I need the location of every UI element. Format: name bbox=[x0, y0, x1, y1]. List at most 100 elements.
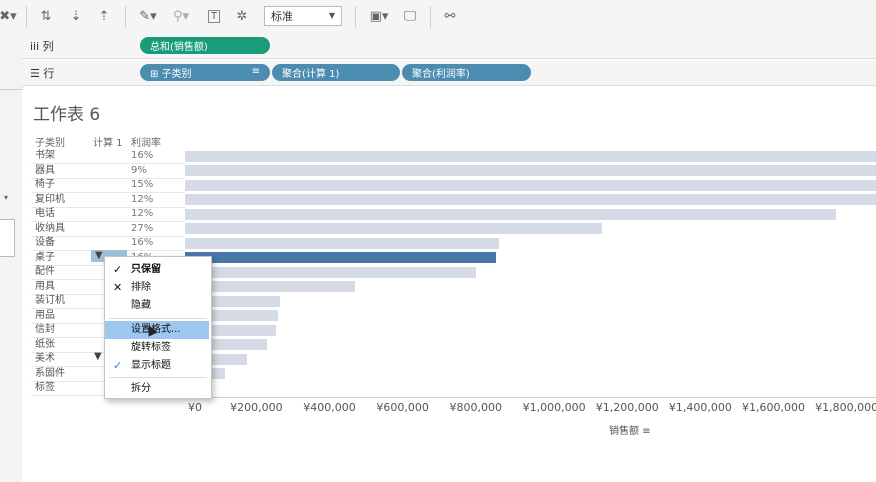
x-tick-label: ¥600,000 bbox=[376, 401, 429, 414]
check-icon: ✓ bbox=[113, 263, 123, 276]
data-pane: ▾ bbox=[0, 33, 23, 482]
clear-sheet-icon[interactable]: ✖▾ bbox=[0, 6, 18, 26]
x-tick-label: ¥800,000 bbox=[449, 401, 502, 414]
menu-item-format[interactable]: 设置格式... bbox=[105, 321, 209, 339]
header-calc-1[interactable]: 计算 1 bbox=[93, 134, 123, 149]
row-marker-triangle: ▼ bbox=[94, 351, 102, 362]
show-cards-icon[interactable]: ▣▾ bbox=[364, 6, 394, 26]
toolbar-separator bbox=[355, 6, 356, 28]
row-profit-margin: 16% bbox=[131, 237, 154, 248]
toolbar-separator bbox=[430, 6, 431, 28]
pane-divider bbox=[0, 89, 22, 90]
x-axis-title[interactable]: 销售额 ≡ bbox=[609, 422, 651, 437]
row-header-subcategory[interactable]: 用品 bbox=[35, 309, 105, 323]
share-icon[interactable]: ⚯ bbox=[440, 6, 460, 26]
menu-item-rotate-label[interactable]: 旋转标签 bbox=[105, 339, 209, 357]
bar-mark[interactable] bbox=[185, 194, 876, 205]
x-axis-title-text: 销售额 bbox=[609, 426, 639, 437]
pill-profit-margin[interactable]: 聚合(利润率) bbox=[402, 64, 531, 81]
rows-shelf-label: ☰ 行 bbox=[30, 67, 55, 80]
x-tick-label: ¥400,000 bbox=[303, 401, 356, 414]
row-profit-margin: 16% bbox=[131, 150, 154, 161]
x-tick-label: ¥1,800,000 bbox=[815, 401, 876, 414]
bar-mark[interactable] bbox=[185, 252, 496, 263]
row-header-subcategory[interactable]: 椅子 bbox=[35, 178, 105, 192]
x-tick-label: ¥0 bbox=[188, 401, 202, 414]
row-profit-margin: 15% bbox=[131, 179, 154, 190]
menu-item-show-header[interactable]: ✓ 显示标题 bbox=[105, 357, 209, 375]
row-header-subcategory[interactable]: 复印机 bbox=[35, 193, 105, 207]
x-tick-label: ¥1,200,000 bbox=[595, 401, 659, 414]
pill-calc-1[interactable]: 聚合(计算 1) bbox=[272, 64, 400, 81]
fit-dropdown[interactable]: 标准 ▼ bbox=[264, 6, 342, 26]
menu-item-label: 显示标题 bbox=[131, 360, 171, 371]
x-tick-label: ¥1,000,000 bbox=[522, 401, 586, 414]
toolbar: ✖▾ ⇅ ⇣ ⇡ ✎▾ ⚲▾ T ✲ 标准 ▼ ▣▾ 🖵 ⚯ bbox=[0, 0, 876, 34]
row-header-subcategory[interactable]: 用具 bbox=[35, 280, 105, 294]
row-header-subcategory[interactable]: 系固件 bbox=[35, 367, 105, 381]
bar-mark[interactable] bbox=[185, 223, 602, 234]
pill-sum-sales[interactable]: 总和(销售额) bbox=[140, 37, 270, 54]
row-header-subcategory[interactable]: 装订机 bbox=[35, 294, 105, 308]
header-subcategory[interactable]: 子类别 bbox=[35, 134, 65, 149]
sort-ascending-icon[interactable]: ⇣ bbox=[66, 6, 86, 26]
highlight-pen-icon[interactable]: ✎▾ bbox=[135, 6, 161, 26]
row-profit-margin: 12% bbox=[131, 208, 154, 219]
fit-dropdown-value: 标准 bbox=[271, 10, 293, 23]
sheet-title: 工作表 6 bbox=[33, 105, 101, 125]
x-axis-line bbox=[185, 397, 876, 398]
row-profit-margin: 9% bbox=[131, 164, 147, 176]
menu-item-split[interactable]: 拆分 bbox=[105, 380, 209, 398]
row-header-subcategory[interactable]: 配件 bbox=[35, 265, 105, 279]
menu-item-label: 旋转标签 bbox=[131, 342, 171, 353]
bar-mark[interactable] bbox=[185, 266, 476, 278]
check-icon: ✓ bbox=[113, 359, 123, 372]
row-header-subcategory[interactable]: 书架 bbox=[35, 149, 105, 163]
presentation-icon[interactable]: 🖵 bbox=[400, 6, 420, 26]
menu-item-label: 隐藏 bbox=[131, 300, 151, 311]
bar-mark[interactable] bbox=[185, 179, 876, 191]
menu-item-label: 只保留 bbox=[131, 264, 161, 275]
row-header-subcategory[interactable]: 纸张 bbox=[35, 338, 105, 352]
row-header-subcategory[interactable]: 设备 bbox=[35, 236, 105, 250]
menu-item-label: 拆分 bbox=[131, 383, 151, 394]
row-header-subcategory[interactable]: 信封 bbox=[35, 323, 105, 337]
pill-subcategory[interactable]: ⊞ 子类别 ≡ bbox=[140, 64, 270, 81]
columns-shelf: iii 列 总和(销售额) bbox=[22, 33, 876, 59]
pane-dropdown-icon[interactable]: ▾ bbox=[4, 193, 8, 202]
bar-mark[interactable] bbox=[185, 165, 876, 176]
sort-descending-icon[interactable]: ⇡ bbox=[94, 6, 114, 26]
sort-icon: ≡ bbox=[642, 426, 651, 437]
pane-box bbox=[0, 219, 15, 257]
menu-item-label: 排除 bbox=[131, 282, 151, 293]
x-tick-label: ¥200,000 bbox=[230, 401, 283, 414]
row-profit-margin: 27% bbox=[131, 222, 154, 234]
pin-icon[interactable]: ✲ bbox=[232, 6, 252, 26]
close-icon: ✕ bbox=[113, 281, 123, 294]
row-header-subcategory[interactable]: 电话 bbox=[35, 207, 105, 221]
x-tick-label: ¥1,600,000 bbox=[741, 401, 805, 414]
pill-label: 聚合(计算 1) bbox=[282, 69, 340, 80]
bar-mark[interactable] bbox=[185, 208, 836, 220]
menu-item-keep-only[interactable]: ✓ 只保留 bbox=[105, 261, 209, 279]
rows-shelf: ☰ 行 ⊞ 子类别 ≡ 聚合(计算 1) 聚合(利润率) bbox=[22, 60, 876, 86]
menu-separator bbox=[109, 377, 207, 378]
bar-mark[interactable] bbox=[185, 150, 876, 162]
group-clip-icon[interactable]: ⚲▾ bbox=[168, 6, 194, 26]
filter-icon: ≡ bbox=[251, 66, 260, 77]
row-header-subcategory[interactable]: 器具 bbox=[35, 164, 105, 178]
bar-mark[interactable] bbox=[185, 237, 499, 249]
context-menu: ✓ 只保留 ✕ 排除 隐藏 设置格式... 旋转标签 ✓ 显示标题 拆分 bbox=[104, 256, 212, 399]
pill-label: 聚合(利润率) bbox=[412, 69, 470, 80]
row-header-subcategory[interactable]: 标签 bbox=[35, 381, 105, 395]
menu-item-hide[interactable]: 隐藏 bbox=[105, 297, 209, 315]
pill-label: ⊞ 子类别 bbox=[150, 69, 192, 80]
label-t-icon[interactable]: T bbox=[204, 6, 224, 26]
toolbar-separator bbox=[125, 6, 126, 28]
swap-icon[interactable]: ⇅ bbox=[36, 6, 56, 26]
chevron-down-icon: ▼ bbox=[328, 11, 335, 20]
menu-item-exclude[interactable]: ✕ 排除 bbox=[105, 279, 209, 297]
header-profit-margin[interactable]: 利润率 bbox=[131, 134, 161, 149]
menu-separator bbox=[109, 318, 207, 319]
row-header-subcategory[interactable]: 收纳具 bbox=[35, 222, 105, 236]
